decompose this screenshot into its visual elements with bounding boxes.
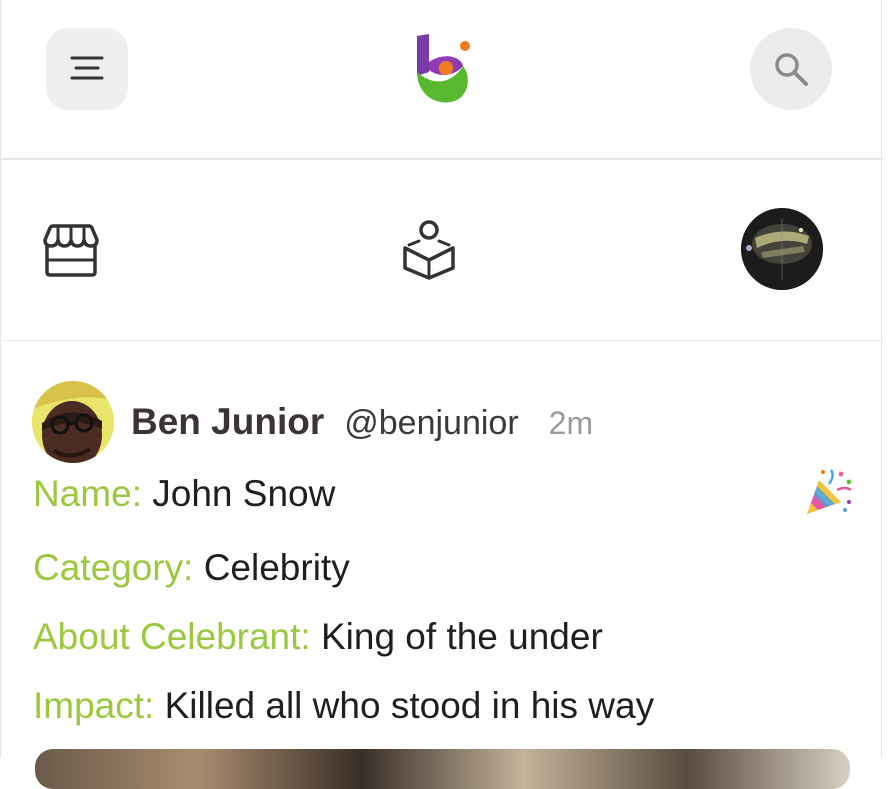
field-category: Category: Celebrity <box>33 545 350 591</box>
nav-row <box>1 160 883 341</box>
field-category-value: Celebrity <box>203 547 350 588</box>
author-handle[interactable]: @benjunior <box>344 404 518 443</box>
storefront-icon[interactable] <box>41 222 101 278</box>
field-about: About Celebrant: King of the under <box>33 614 603 660</box>
hamburger-menu-icon <box>70 56 104 80</box>
field-category-label: Category: <box>33 547 204 588</box>
app-logo[interactable] <box>409 32 475 106</box>
post-timestamp: 2m <box>548 405 594 441</box>
author-name[interactable]: Ben Junior <box>131 401 324 443</box>
field-name-label: Name: <box>33 473 153 514</box>
reading-person-icon[interactable] <box>401 218 457 280</box>
search-icon <box>775 53 808 86</box>
post-image[interactable] <box>35 749 850 789</box>
search-button[interactable] <box>750 28 832 110</box>
top-bar <box>1 0 883 160</box>
field-impact-value: Killed all who stood in his way <box>164 685 655 726</box>
profile-avatar[interactable] <box>741 208 823 290</box>
field-about-label: About Celebrant: <box>33 616 321 657</box>
field-name: Name: John Snow <box>33 471 335 517</box>
party-popper-icon[interactable] <box>801 466 855 520</box>
field-name-value: John Snow <box>152 473 336 514</box>
author-avatar-image <box>32 381 114 463</box>
post-card: Ben Junior @benjunior 2m Name: John Snow… <box>1 341 883 789</box>
field-impact-label: Impact: <box>33 685 165 726</box>
profile-avatar-image <box>741 208 823 290</box>
field-about-value: King of the under <box>320 616 603 657</box>
app-frame: Ben Junior @benjunior 2m Name: John Snow… <box>0 0 883 789</box>
menu-button[interactable] <box>46 28 128 110</box>
author-line: Ben Junior @benjunior 2m <box>131 401 593 451</box>
field-impact: Impact: Killed all who stood in his way <box>33 683 654 729</box>
author-avatar[interactable] <box>32 381 114 463</box>
